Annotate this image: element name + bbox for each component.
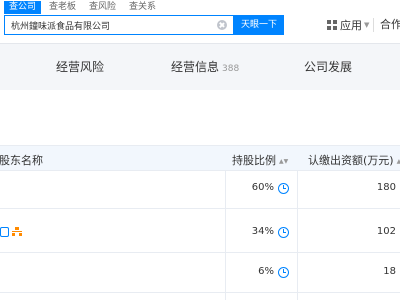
shareholder-tag-icon[interactable] bbox=[0, 227, 9, 237]
table-row: 6% 18 bbox=[0, 255, 400, 293]
search-input[interactable] bbox=[11, 16, 211, 34]
tab-search-company[interactable]: 查公司 bbox=[4, 1, 42, 14]
share-ratio-value: 34% bbox=[251, 226, 274, 237]
nav-item-count: 388 bbox=[222, 64, 240, 74]
clock-icon[interactable] bbox=[278, 267, 289, 278]
nav-item-business-risk[interactable]: 经营风险 bbox=[56, 58, 104, 75]
search-box bbox=[4, 15, 234, 35]
share-ratio-value: 60% bbox=[251, 182, 274, 193]
header-divider bbox=[373, 18, 374, 32]
cooperation-link[interactable]: 合作 bbox=[380, 17, 400, 33]
clear-icon[interactable] bbox=[217, 20, 227, 30]
clock-icon[interactable] bbox=[278, 183, 289, 194]
capital-value: 18 bbox=[383, 266, 396, 277]
table-header: 股东名称 持股比例▲▼ 认缴出资额(万元)▲▼ bbox=[0, 145, 400, 171]
capital-value: 102 bbox=[376, 226, 396, 237]
table-row: 34% 102 bbox=[0, 215, 400, 253]
capital-value: 180 bbox=[376, 182, 396, 193]
header-share-ratio[interactable]: 持股比例 ▲▼ bbox=[232, 152, 288, 168]
share-ratio-value: 6% bbox=[258, 266, 274, 277]
tab-search-risk[interactable]: 查风险 bbox=[84, 1, 121, 14]
nav-item-business-info[interactable]: 经营信息 388 bbox=[171, 58, 239, 75]
header-subscribed-capital[interactable]: 认缴出资额(万元)▲▼ bbox=[308, 152, 400, 168]
sort-icon: ▲▼ bbox=[396, 158, 400, 165]
organization-icon[interactable] bbox=[12, 227, 22, 237]
clock-icon[interactable] bbox=[278, 227, 289, 238]
column-divider bbox=[225, 171, 226, 300]
table-row: 60% 180 bbox=[0, 171, 400, 209]
sort-icon: ▲▼ bbox=[279, 158, 289, 165]
grid-icon bbox=[327, 20, 337, 30]
column-divider bbox=[297, 171, 298, 300]
header-share-ratio-label: 持股比例 bbox=[232, 154, 276, 167]
top-search-bar: 查公司 查老板 查风险 查关系 天眼一下 应用 ▼ 合作 bbox=[0, 0, 400, 44]
nav-item-label: 经营风险 bbox=[56, 60, 105, 74]
search-type-tabs: 查公司 查老板 查风险 查关系 bbox=[4, 1, 164, 14]
section-nav: 经营风险 经营信息 388 公司发展 bbox=[0, 44, 400, 90]
nav-item-label: 经营信息 bbox=[171, 60, 220, 74]
tab-search-relation[interactable]: 查关系 bbox=[124, 1, 161, 14]
nav-item-company-development[interactable]: 公司发展 bbox=[304, 58, 352, 75]
app-menu-label: 应用 bbox=[340, 19, 362, 32]
app-menu[interactable]: 应用 ▼ bbox=[327, 17, 369, 33]
tab-search-boss[interactable]: 查老板 bbox=[44, 1, 81, 14]
nav-item-label: 公司发展 bbox=[304, 60, 353, 74]
header-subscribed-capital-label: 认缴出资额(万元) bbox=[308, 154, 394, 167]
header-shareholder-name: 股东名称 bbox=[0, 154, 43, 167]
chevron-down-icon: ▼ bbox=[364, 21, 370, 29]
search-button[interactable]: 天眼一下 bbox=[234, 15, 284, 35]
